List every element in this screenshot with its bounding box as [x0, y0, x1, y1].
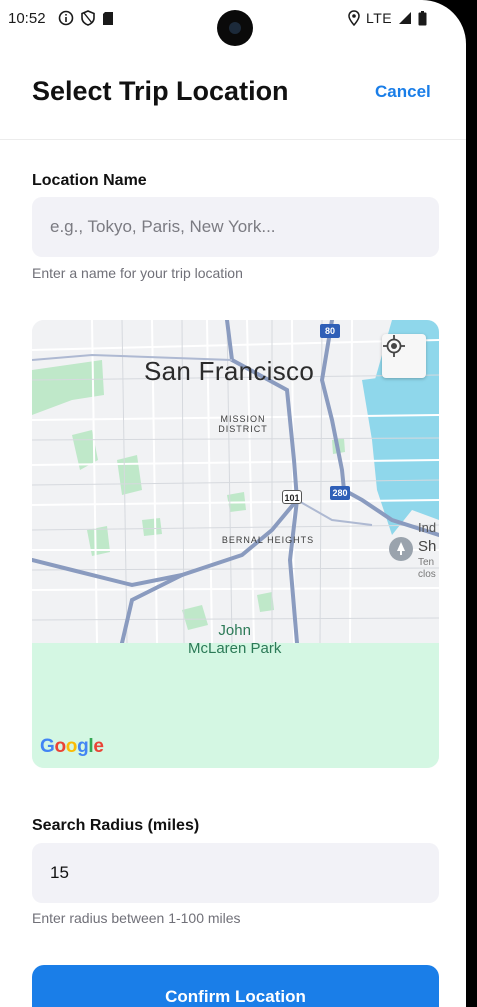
- status-icons-left: [58, 10, 114, 26]
- map-view[interactable]: San Francisco MISSION DISTRICT BERNAL HE…: [32, 320, 439, 768]
- signal-icon: [399, 12, 412, 24]
- shield-icon: [81, 10, 95, 26]
- status-bar: 10:52 LTE: [0, 0, 466, 46]
- highway-shield: 101: [282, 490, 302, 504]
- location-name-helper: Enter a name for your trip location: [32, 265, 243, 281]
- my-location-button[interactable]: [382, 334, 426, 378]
- header: Select Trip Location Cancel: [0, 60, 466, 140]
- page-title: Select Trip Location: [32, 76, 289, 106]
- google-logo: Google: [40, 736, 104, 757]
- cancel-button[interactable]: Cancel: [375, 82, 431, 102]
- location-name-input[interactable]: [32, 197, 439, 257]
- map-park-label: John McLaren Park: [188, 622, 281, 658]
- info-icon: [58, 10, 74, 26]
- map-district-label: MISSION DISTRICT: [218, 414, 268, 434]
- map-city-label: San Francisco: [144, 356, 315, 386]
- search-radius-label: Search Radius (miles): [32, 817, 200, 834]
- map-poi-text: Ten: [418, 557, 435, 568]
- device-bezel: [466, 0, 477, 1007]
- map-district-label: BERNAL HEIGHTS: [221, 535, 315, 545]
- map-poi-text: Sh: [418, 538, 437, 555]
- location-pin-icon: [348, 10, 360, 26]
- map-park-label-line2: McLaren Park: [188, 640, 282, 657]
- battery-icon: [418, 10, 427, 25]
- search-radius-input[interactable]: [32, 843, 439, 903]
- front-camera: [217, 10, 253, 46]
- search-radius-helper: Enter radius between 1-100 miles: [32, 910, 241, 926]
- map-poi-text: clos: [418, 569, 436, 580]
- status-time: 10:52: [8, 10, 46, 27]
- location-name-label: Location Name: [32, 172, 147, 189]
- highway-shield: 280: [330, 486, 350, 500]
- network-type: LTE: [366, 10, 393, 26]
- highway-shield: 80: [320, 324, 340, 338]
- status-icons-right: LTE: [348, 10, 427, 26]
- crosshair-icon: [383, 335, 405, 357]
- confirm-location-button[interactable]: Confirm Location: [32, 965, 439, 1007]
- poi-pin-icon: [389, 537, 413, 561]
- app-screen: 10:52 LTE Select Trip Location Cancel Lo…: [0, 0, 466, 1007]
- map-park-label-line1: John: [218, 622, 251, 639]
- sd-card-icon: [103, 11, 113, 25]
- map-poi-text: Ind: [418, 520, 437, 535]
